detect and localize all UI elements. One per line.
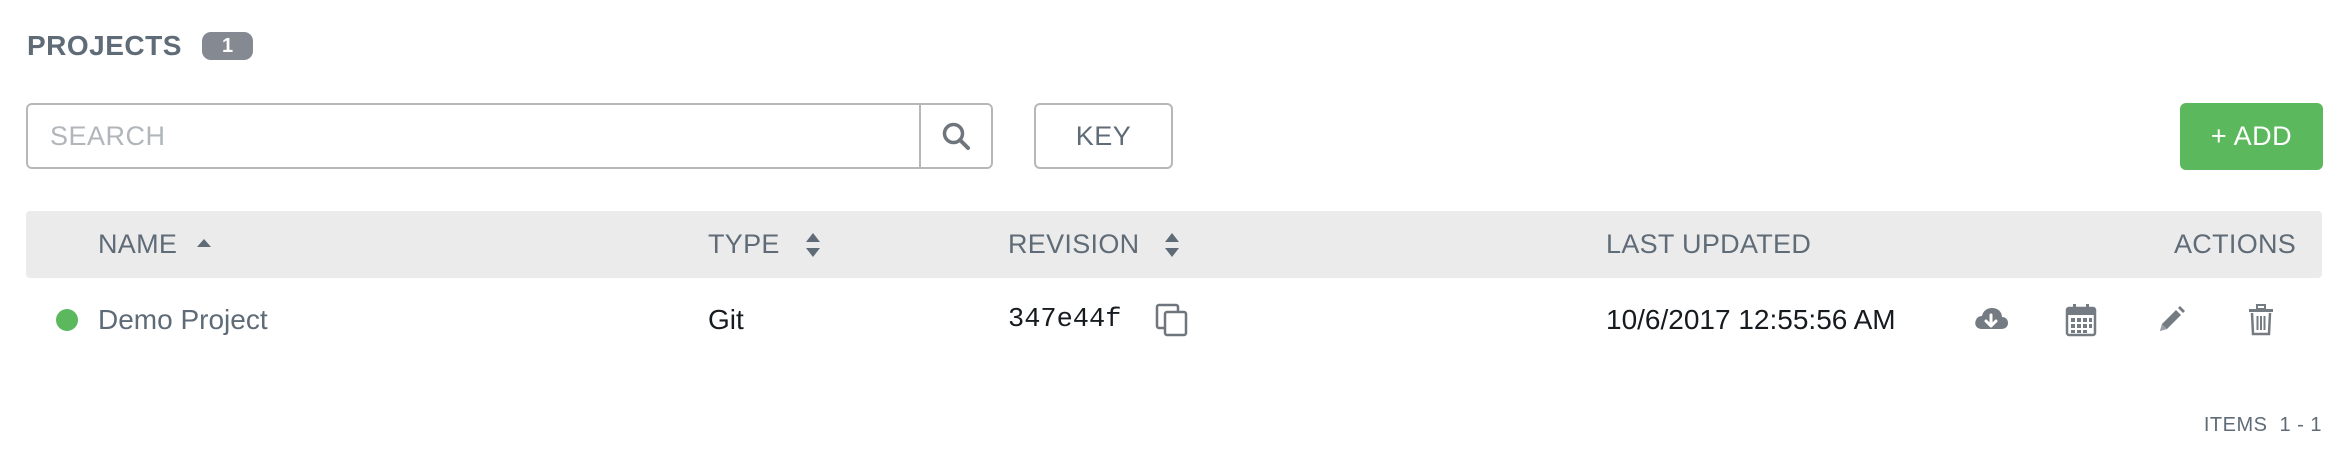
column-header-last-updated: LAST UPDATED bbox=[1606, 211, 1811, 278]
project-last-updated: 10/6/2017 12:55:56 AM bbox=[1606, 304, 1896, 335]
add-button[interactable]: + ADD bbox=[2180, 103, 2323, 170]
page-title: PROJECTS bbox=[27, 30, 182, 61]
items-counter: ITEMS 1 - 1 bbox=[2204, 414, 2322, 437]
trash-icon[interactable] bbox=[2242, 302, 2280, 338]
column-label-name: NAME bbox=[98, 229, 178, 259]
sort-both-icon[interactable] bbox=[1163, 232, 1181, 258]
status-dot[interactable] bbox=[56, 309, 78, 331]
search-icon bbox=[942, 122, 970, 150]
items-label: ITEMS bbox=[2203, 414, 2268, 436]
projects-page: PROJECTS 1 KEY + ADD NAME TYPE bbox=[0, 0, 2348, 476]
column-header-type[interactable]: TYPE bbox=[708, 211, 822, 278]
copy-icon[interactable] bbox=[1154, 302, 1190, 343]
project-revision: 347e44f bbox=[1008, 305, 1122, 335]
sort-up-icon[interactable] bbox=[195, 238, 213, 252]
column-label-actions: ACTIONS bbox=[2174, 229, 2297, 259]
search-button[interactable] bbox=[919, 105, 991, 167]
key-button[interactable]: KEY bbox=[1034, 103, 1173, 169]
column-header-revision[interactable]: REVISION bbox=[1008, 211, 1181, 278]
count-badge: 1 bbox=[201, 32, 254, 60]
pencil-icon[interactable] bbox=[2152, 302, 2190, 338]
calendar-icon[interactable] bbox=[2062, 302, 2100, 338]
column-header-actions: ACTIONS bbox=[2174, 211, 2296, 278]
items-range: 1 - 1 bbox=[2279, 414, 2322, 436]
page-header: PROJECTS 1 bbox=[27, 30, 254, 62]
table-row: Demo Project Git 347e44f 10/6/2017 12:55… bbox=[26, 284, 2322, 356]
column-label-last-updated: LAST UPDATED bbox=[1606, 229, 1812, 259]
project-name-link[interactable]: Demo Project bbox=[98, 284, 268, 356]
cloud-download-icon[interactable] bbox=[1972, 302, 2010, 338]
column-header-name[interactable]: NAME bbox=[98, 211, 213, 278]
table-header: NAME TYPE REVISION LAST UPDATED ACTIONS bbox=[26, 211, 2322, 278]
sort-both-icon[interactable] bbox=[804, 232, 822, 258]
column-label-type: TYPE bbox=[708, 229, 780, 259]
search-group bbox=[26, 103, 993, 169]
search-input[interactable] bbox=[28, 105, 919, 167]
project-type: Git bbox=[708, 304, 744, 335]
column-label-revision: REVISION bbox=[1008, 229, 1140, 259]
